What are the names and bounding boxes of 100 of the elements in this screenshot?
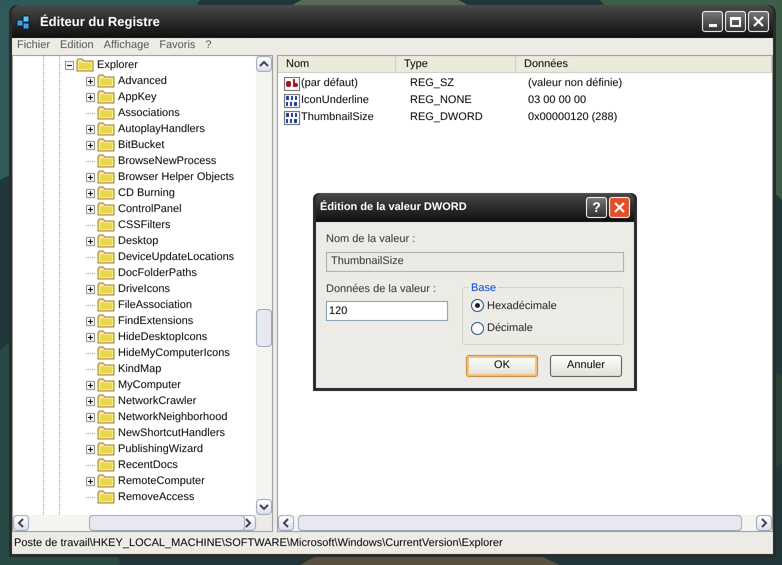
- radio-button[interactable]: [471, 322, 484, 335]
- folder-icon: [97, 394, 115, 408]
- expand-icon[interactable]: [86, 204, 95, 214]
- expand-icon[interactable]: [86, 172, 95, 182]
- cancel-button[interactable]: Annuler: [550, 354, 622, 376]
- menu-item[interactable]: Edition: [60, 37, 94, 54]
- expand-icon[interactable]: [86, 140, 95, 150]
- tree-item[interactable]: DocFolderPaths: [117, 264, 198, 282]
- tree-item[interactable]: NetworkNeighborhood: [117, 408, 228, 426]
- expand-icon[interactable]: [86, 444, 95, 454]
- vertical-scrollbar[interactable]: [256, 56, 272, 515]
- expand-icon[interactable]: [86, 92, 95, 102]
- tree-item[interactable]: FindExtensions: [117, 312, 194, 330]
- menu-item[interactable]: Favoris: [159, 37, 196, 54]
- horizontal-scrollbar[interactable]: [13, 515, 256, 531]
- folder-icon: [97, 458, 115, 472]
- minimize-button[interactable]: [702, 11, 723, 32]
- expand-icon[interactable]: [86, 236, 95, 246]
- folder-icon: [97, 218, 115, 232]
- close-button[interactable]: [748, 11, 769, 32]
- tree-item[interactable]: Advanced: [117, 72, 168, 90]
- tree-item[interactable]: NewShortcutHandlers: [117, 424, 226, 442]
- scroll-arrow-button[interactable]: [256, 499, 272, 515]
- tree-item[interactable]: AutoplayHandlers: [117, 120, 206, 138]
- value-name-field: ThumbnailSize: [326, 252, 624, 272]
- maximize-button[interactable]: [725, 11, 746, 32]
- expand-icon[interactable]: [86, 396, 95, 406]
- folder-icon: [97, 298, 115, 312]
- tree-item[interactable]: MyComputer: [117, 376, 182, 394]
- expand-icon[interactable]: [86, 412, 95, 422]
- expand-icon[interactable]: [86, 380, 95, 390]
- scroll-arrow-button[interactable]: [13, 515, 29, 531]
- tree-item[interactable]: RemoveAccess: [117, 488, 196, 506]
- radio-option[interactable]: Décimale: [471, 320, 533, 336]
- tree-item[interactable]: Desktop: [117, 232, 160, 250]
- tree-item[interactable]: DriveIcons: [117, 280, 171, 298]
- folder-icon: [97, 490, 115, 504]
- table-cell: REG_SZ: [410, 77, 454, 90]
- expand-icon[interactable]: [86, 476, 95, 486]
- tree-item[interactable]: PublishingWizard: [117, 440, 204, 458]
- menu-item[interactable]: ?: [205, 37, 212, 54]
- scroll-arrow-button[interactable]: [256, 56, 272, 72]
- expand-icon[interactable]: [86, 124, 95, 134]
- ok-button[interactable]: OK: [466, 354, 538, 376]
- tree-item[interactable]: BrowseNewProcess: [117, 152, 218, 170]
- menu-item[interactable]: Fichier: [17, 37, 50, 54]
- tree-item[interactable]: Browser Helper Objects: [117, 168, 236, 186]
- scroll-arrow-button[interactable]: [756, 515, 772, 531]
- folder-icon: [76, 58, 94, 72]
- scroll-arrow-button[interactable]: [278, 515, 294, 531]
- tree-item[interactable]: NetworkCrawler: [117, 392, 198, 410]
- radio-option[interactable]: Hexadécimale: [471, 298, 557, 314]
- table-cell: 03 00 00 00: [528, 94, 586, 106]
- collapse-icon[interactable]: [65, 60, 74, 70]
- minimize-icon: [708, 24, 716, 27]
- tree-item[interactable]: Associations: [117, 104, 181, 122]
- tree-item[interactable]: CSSFilters: [117, 216, 172, 234]
- help-button[interactable]: ?: [586, 197, 607, 218]
- tree-item[interactable]: Explorer: [96, 56, 139, 74]
- close-icon: [614, 202, 625, 213]
- close-icon: [753, 16, 764, 27]
- tree-item[interactable]: KindMap: [117, 360, 162, 378]
- expand-icon[interactable]: [86, 76, 95, 86]
- tree-item[interactable]: HideMyComputerIcons: [117, 344, 231, 362]
- expand-icon[interactable]: [86, 284, 95, 294]
- tree-item[interactable]: ControlPanel: [117, 200, 183, 218]
- table-cell: 0x00000120 (288): [528, 111, 618, 124]
- scroll-thumb[interactable]: [256, 309, 272, 347]
- maximize-icon: [730, 16, 741, 26]
- table-cell[interactable]: (par défaut): [301, 75, 358, 92]
- folder-icon: [97, 138, 115, 152]
- field-label: Nom de la valeur :: [326, 232, 416, 247]
- value-data-field[interactable]: 120: [326, 301, 448, 321]
- tree-item[interactable]: HideDesktopIcons: [117, 328, 208, 346]
- column-header[interactable]: Données: [516, 56, 772, 72]
- folder-icon: [97, 154, 115, 168]
- field-label: Données de la valeur :: [326, 282, 438, 296]
- registry-cubes-icon: [16, 14, 32, 30]
- folder-icon: [97, 106, 115, 120]
- tree-item[interactable]: FileAssociation: [117, 296, 193, 314]
- table-cell[interactable]: IconUnderline: [301, 92, 369, 109]
- tree-item[interactable]: DeviceUpdateLocations: [117, 248, 236, 266]
- column-header[interactable]: Type: [396, 56, 516, 72]
- tree-item[interactable]: RemoteComputer: [117, 472, 206, 490]
- menu-item[interactable]: Affichage: [104, 37, 150, 54]
- table-cell: REG_DWORD: [410, 111, 483, 124]
- expand-icon[interactable]: [86, 332, 95, 342]
- tree-item[interactable]: AppKey: [117, 88, 158, 106]
- expand-icon[interactable]: [86, 316, 95, 326]
- window-title: Éditeur du Registre: [40, 12, 161, 31]
- table-cell[interactable]: ThumbnailSize: [301, 109, 374, 126]
- tree-item[interactable]: CD Burning: [117, 184, 176, 202]
- tree-item[interactable]: BitBucket: [117, 136, 166, 154]
- column-header[interactable]: Nom: [278, 56, 396, 72]
- tree-item[interactable]: RecentDocs: [117, 456, 179, 474]
- folder-icon: [97, 202, 115, 216]
- radio-button[interactable]: [471, 299, 484, 312]
- folder-icon: [97, 282, 115, 296]
- expand-icon[interactable]: [86, 188, 95, 198]
- scroll-thumb[interactable]: [89, 515, 245, 531]
